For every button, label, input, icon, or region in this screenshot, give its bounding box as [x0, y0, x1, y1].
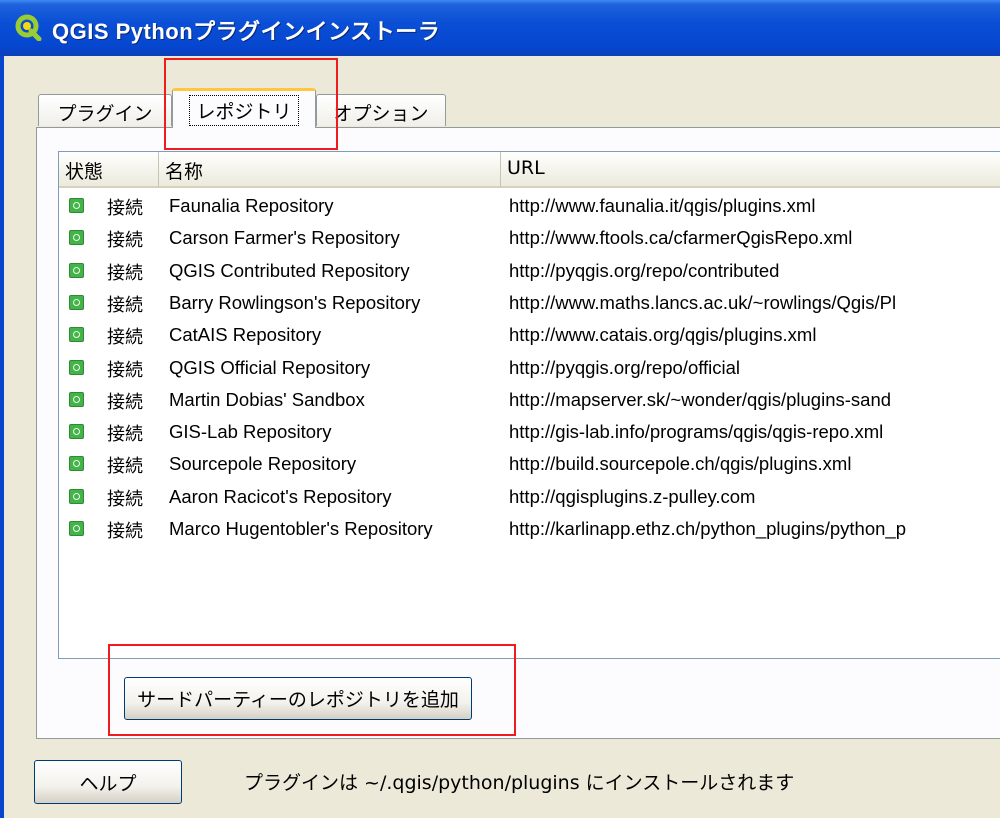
table-row[interactable]: 接続 QGIS Contributed Repository http://pyqg…	[59, 255, 1000, 287]
name-cell: Carson Farmer's Repository	[169, 227, 400, 249]
tab-label: レポジトリ	[189, 95, 299, 126]
url-cell: http://www.maths.lancs.ac.uk/~rowlings/Q…	[509, 291, 897, 313]
name-cell: Faunalia Repository	[169, 195, 334, 216]
status-cell: 接続	[107, 391, 143, 413]
connected-status-icon	[69, 391, 84, 407]
name-cell: Marco Hugentobler's Repository	[169, 518, 433, 539]
connected-status-icon	[69, 424, 84, 440]
table-row[interactable]: 接続 Marco Hugentobler's Repository http://k…	[59, 513, 1000, 545]
name-cell: CatAIS Repository	[169, 324, 322, 346]
url-cell: http://www.faunalia.it/qgis/plugins.xml	[509, 195, 816, 216]
connected-status-icon	[69, 198, 84, 213]
url-cell: http://pyqgis.org/repo/official	[509, 356, 741, 378]
connected-status-icon	[69, 294, 84, 310]
status-cell: 接続	[107, 294, 143, 316]
name-cell: Sourcepole Repository	[169, 453, 357, 475]
window-title: QGIS Pythonプラグインインストーラ	[52, 19, 441, 44]
name-cell: QGIS Official Repository	[169, 356, 371, 378]
connected-status-icon	[69, 456, 84, 472]
tab-label: オプション	[333, 103, 429, 125]
repository-list[interactable]: 状態 名称 URL 接続 Faunalia Repository http://ww…	[58, 151, 1000, 659]
connected-status-icon	[69, 327, 84, 343]
table-row[interactable]: 接続 Faunalia Repository http://www.faunalia…	[59, 190, 1000, 222]
url-cell: http://build.sourcepole.ch/qgis/plugins.…	[509, 453, 852, 475]
qgis-icon	[15, 14, 42, 41]
table-row[interactable]: 接続 Sourcepole Repository http://build.sour…	[59, 448, 1000, 480]
status-cell: 接続	[107, 359, 143, 381]
title-bar: QGIS Pythonプラグインインストーラ	[0, 0, 1000, 56]
highlight-box-button	[108, 644, 516, 736]
status-cell: 接続	[107, 262, 143, 284]
url-cell: http://mapserver.sk/~wonder/qgis/plugins…	[509, 388, 892, 410]
column-header-url[interactable]: URL	[501, 152, 1000, 188]
table-row[interactable]: 接続 GIS-Lab Repository http://gis-lab.info/…	[59, 416, 1000, 448]
table-row[interactable]: 接続 Barry Rowlingson's Repository http://ww…	[59, 287, 1000, 319]
status-cell: 接続	[107, 327, 143, 349]
status-cell: 接続	[107, 456, 143, 478]
column-header-name[interactable]: 名称	[159, 152, 501, 188]
status-cell: 接続	[107, 198, 143, 219]
status-cell: 接続	[107, 424, 143, 446]
tab-label: プラグイン	[57, 103, 153, 125]
url-cell: http://gis-lab.info/programs/qgis/qgis-r…	[509, 421, 884, 443]
connected-status-icon	[69, 488, 84, 504]
name-cell: GIS-Lab Repository	[169, 421, 332, 443]
connected-status-icon	[69, 230, 84, 246]
url-cell: http://pyqgis.org/repo/contributed	[509, 259, 780, 281]
name-cell: QGIS Contributed Repository	[169, 259, 410, 281]
table-row[interactable]: 接続 QGIS Official Repository http://pyqgis.…	[59, 352, 1000, 384]
connected-status-icon	[69, 262, 84, 278]
table-row[interactable]: 接続 Carson Farmer's Repository http://www.f…	[59, 222, 1000, 254]
column-header-status[interactable]: 状態	[59, 152, 159, 188]
status-cell: 接続	[107, 488, 143, 510]
url-cell: http://karlinapp.ethz.ch/python_plugins/…	[509, 518, 907, 539]
status-cell: 接続	[107, 230, 143, 252]
url-cell: http://www.ftools.ca/cfarmerQgisRepo.xml	[509, 227, 853, 249]
name-cell: Martin Dobias' Sandbox	[169, 388, 365, 410]
install-path-text: プラグインは ~/.qgis/python/plugins にインストールされま…	[244, 772, 795, 794]
name-cell: Barry Rowlingson's Repository	[169, 291, 421, 313]
status-cell: 接続	[107, 521, 143, 542]
name-cell: Aaron Racicot's Repository	[169, 485, 392, 507]
table-row[interactable]: 接続 Martin Dobias' Sandbox http://mapserver…	[59, 384, 1000, 416]
url-cell: http://www.catais.org/qgis/plugins.xml	[509, 324, 817, 346]
connected-status-icon	[69, 359, 84, 375]
url-cell: http://qgisplugins.z-pulley.com	[509, 485, 756, 507]
tab-repositories[interactable]: レポジトリ	[172, 88, 316, 128]
connected-status-icon	[69, 521, 84, 536]
table-row[interactable]: 接続 Aaron Racicot's Repository http://qgisp…	[59, 481, 1000, 513]
table-row[interactable]: 接続 CatAIS Repository http://www.catais.org…	[59, 319, 1000, 351]
tab-plugins[interactable]: プラグイン	[38, 94, 172, 126]
help-button[interactable]: ヘルプ	[34, 760, 182, 804]
